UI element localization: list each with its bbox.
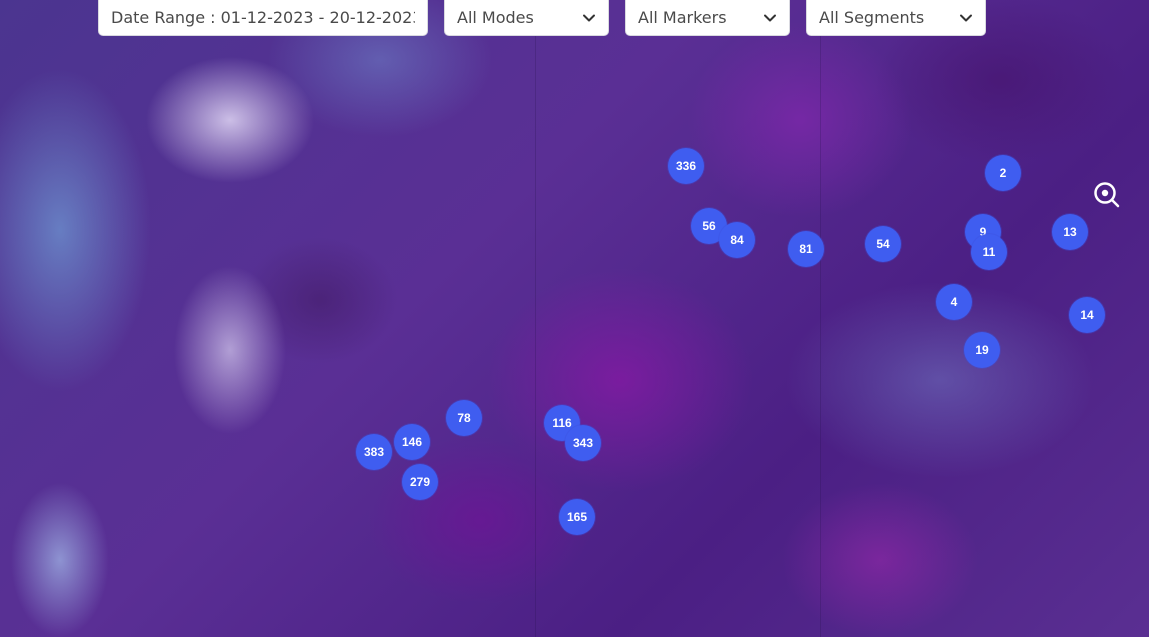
cluster-marker[interactable]: 336 xyxy=(668,148,704,184)
chevron-down-icon xyxy=(960,14,972,21)
date-range-filter[interactable]: Date Range : 01-12-2023 - 20-12-2023 xyxy=(98,0,428,36)
cluster-marker[interactable]: 54 xyxy=(865,226,901,262)
cluster-marker[interactable]: 165 xyxy=(559,499,595,535)
map-tile-seam xyxy=(535,0,536,637)
zoom-search-icon[interactable] xyxy=(1093,181,1121,209)
filter-bar: Date Range : 01-12-2023 - 20-12-2023 All… xyxy=(0,0,1149,37)
chevron-down-icon xyxy=(583,14,595,21)
modes-label: All Modes xyxy=(457,8,534,27)
cluster-marker[interactable]: 84 xyxy=(719,222,755,258)
date-range-label: Date Range : 01-12-2023 - 20-12-2023 xyxy=(111,8,415,27)
cluster-marker[interactable]: 343 xyxy=(565,425,601,461)
cluster-marker[interactable]: 279 xyxy=(402,464,438,500)
cluster-marker[interactable]: 78 xyxy=(446,400,482,436)
cluster-marker[interactable]: 11 xyxy=(971,234,1007,270)
cluster-marker[interactable]: 2 xyxy=(985,155,1021,191)
cluster-marker[interactable]: 146 xyxy=(394,424,430,460)
cluster-marker[interactable]: 383 xyxy=(356,434,392,470)
markers-dropdown[interactable]: All Markers xyxy=(625,0,790,36)
cluster-marker[interactable]: 81 xyxy=(788,231,824,267)
satellite-map[interactable]: Date Range : 01-12-2023 - 20-12-2023 All… xyxy=(0,0,1149,637)
segments-dropdown[interactable]: All Segments xyxy=(806,0,986,36)
cluster-marker[interactable]: 13 xyxy=(1052,214,1088,250)
cluster-marker[interactable]: 4 xyxy=(936,284,972,320)
markers-label: All Markers xyxy=(638,8,727,27)
chevron-down-icon xyxy=(764,14,776,21)
map-tile-seam xyxy=(820,0,821,637)
segments-label: All Segments xyxy=(819,8,925,27)
cluster-marker[interactable]: 14 xyxy=(1069,297,1105,333)
modes-dropdown[interactable]: All Modes xyxy=(444,0,609,36)
cluster-marker[interactable]: 19 xyxy=(964,332,1000,368)
